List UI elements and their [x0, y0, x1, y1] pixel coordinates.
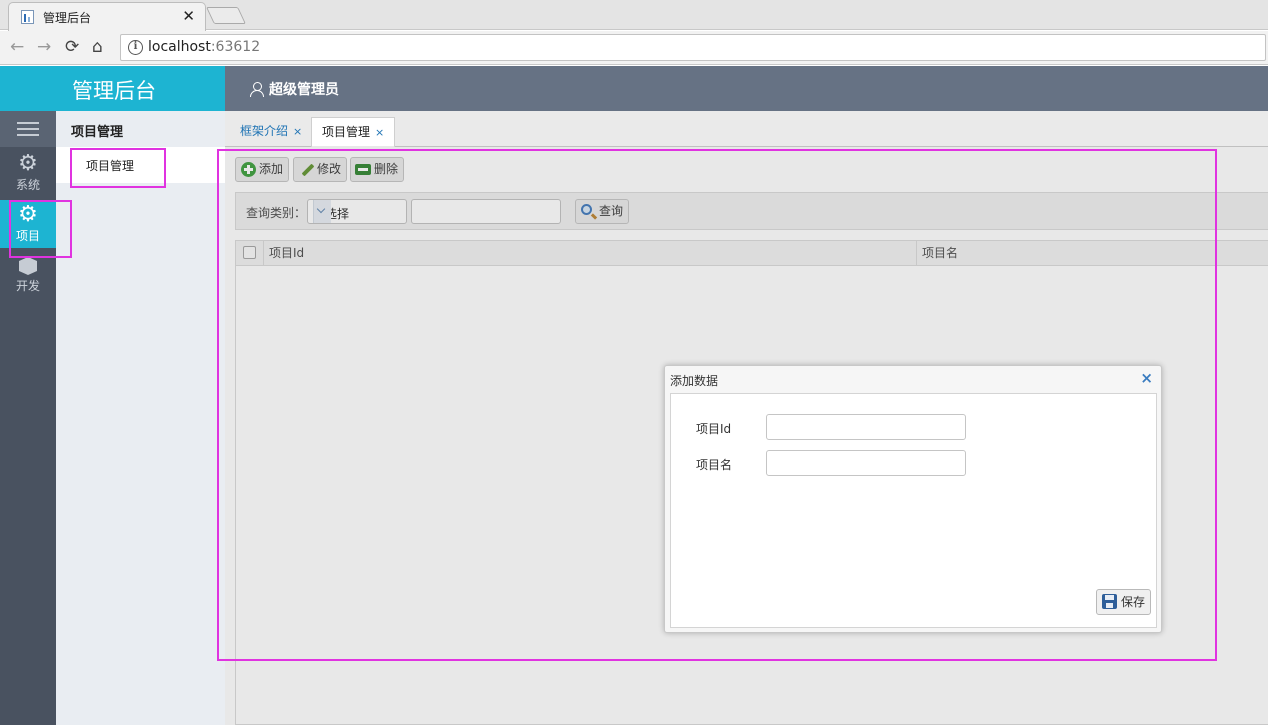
close-tab-icon[interactable]: ✕	[182, 7, 195, 25]
tab-project-management[interactable]: 项目管理 ×	[311, 117, 396, 147]
address-bar: ← → ⟳ ⌂ i localhost:63612	[0, 31, 1268, 65]
forward-arrow-icon[interactable]: →	[37, 37, 51, 57]
close-icon[interactable]: ×	[375, 126, 384, 139]
user-name: 超级管理员	[269, 82, 339, 98]
highlight-box-subnav	[70, 148, 166, 188]
user-menu[interactable]: 超级管理员	[250, 79, 339, 99]
highlight-box-module	[9, 200, 72, 258]
browser-tabstrip: 管理后台 ✕	[0, 0, 1268, 31]
close-icon[interactable]: ×	[293, 125, 302, 138]
sub-navigation: 项目管理 项目管理	[56, 111, 225, 725]
url-port: :63612	[210, 39, 261, 55]
module-develop-label: 开发	[15, 279, 40, 293]
tab-framework-intro[interactable]: 框架介绍 ×	[230, 117, 312, 147]
tab-label: 项目管理	[322, 125, 371, 139]
menu-toggle-button[interactable]	[0, 111, 56, 147]
url-input[interactable]: i localhost:63612	[120, 34, 1266, 61]
site-info-icon[interactable]: i	[128, 40, 143, 55]
gear-icon: ⚙	[18, 151, 38, 176]
module-system[interactable]: ⚙ 系统	[0, 149, 56, 197]
user-icon	[250, 82, 264, 97]
brand-title: 管理后台	[72, 79, 156, 103]
page-favicon-icon	[21, 10, 34, 24]
brand-area: 管理后台	[0, 66, 225, 111]
subnav-heading: 项目管理	[71, 125, 124, 140]
home-icon[interactable]: ⌂	[92, 37, 103, 57]
reload-icon[interactable]: ⟳	[65, 37, 79, 57]
tab-label: 框架介绍	[240, 124, 289, 138]
back-arrow-icon[interactable]: ←	[10, 37, 24, 57]
cube-icon	[19, 257, 37, 275]
hamburger-icon	[17, 122, 39, 136]
browser-tab[interactable]: 管理后台 ✕	[8, 2, 206, 31]
new-tab-button[interactable]	[206, 7, 246, 24]
page-tabs: 框架介绍 × 项目管理 ×	[225, 111, 1268, 147]
highlight-box-content	[217, 149, 1217, 661]
browser-tab-title: 管理后台	[43, 11, 92, 25]
module-system-label: 系统	[15, 178, 40, 192]
module-develop[interactable]: 开发	[0, 251, 56, 299]
app-header: 管理后台 超级管理员	[0, 66, 1268, 111]
url-host: localhost	[148, 39, 211, 55]
